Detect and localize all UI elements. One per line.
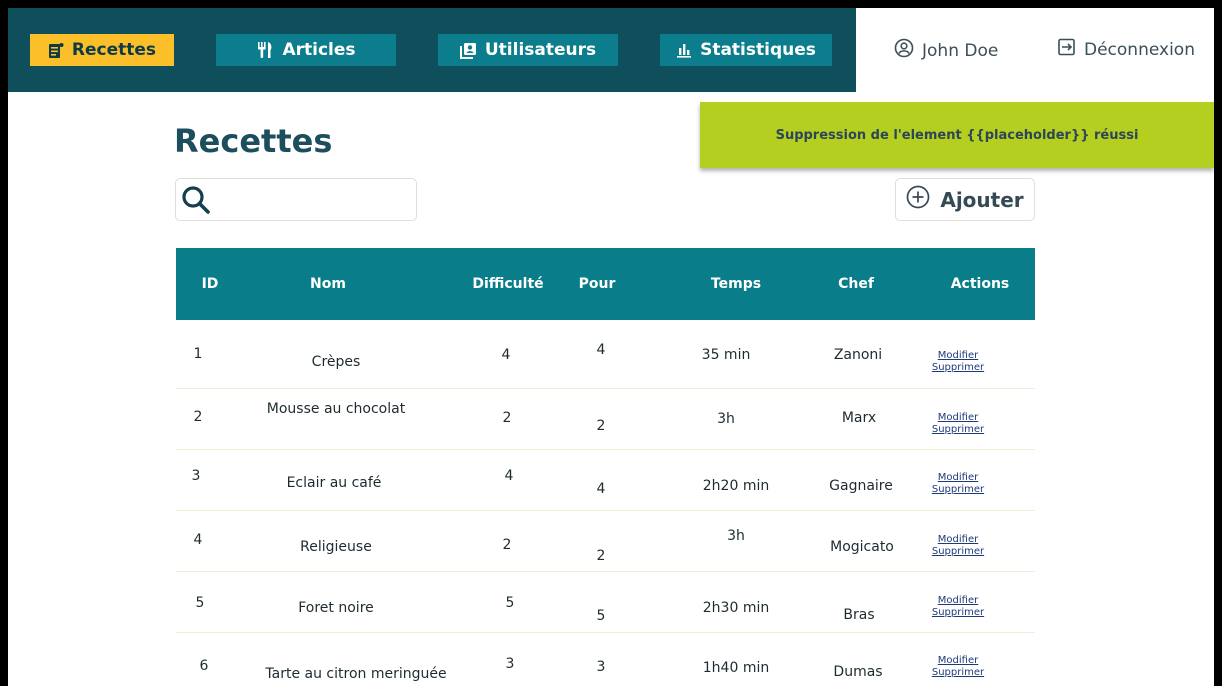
- cell-name: Religieuse: [300, 539, 372, 555]
- column-header-id[interactable]: ID: [202, 248, 219, 320]
- nav-utilisateurs-button[interactable]: Utilisateurs: [438, 34, 618, 66]
- cell-time: 3h: [727, 528, 745, 544]
- logout-button[interactable]: Déconnexion: [1058, 38, 1195, 61]
- table-row: 2 Mousse au chocolat 2 2 3h Marx Modifie…: [176, 389, 1035, 450]
- cell-servings: 5: [596, 608, 606, 624]
- cell-servings: 2: [596, 418, 606, 434]
- cell-time: 1h40 min: [702, 660, 770, 676]
- nav-utilisateurs-label: Utilisateurs: [484, 40, 597, 60]
- cell-name: Tarte au citron meringuée: [265, 666, 447, 682]
- cell-name: Mousse au chocolat: [266, 401, 406, 417]
- cell-chef: Mogicato: [830, 539, 894, 555]
- cell-difficulty: 4: [501, 347, 511, 363]
- row-actions: Modifier Supprimer: [932, 655, 984, 679]
- cell-difficulty: 3: [505, 656, 515, 672]
- row-actions: Modifier Supprimer: [932, 350, 984, 374]
- cell-id: 1: [193, 346, 203, 362]
- add-label: Ajouter: [940, 187, 1024, 212]
- delete-link[interactable]: Supprimer: [932, 546, 984, 558]
- cell-time: 2h20 min: [702, 478, 770, 494]
- cell-chef: Marx: [841, 410, 877, 426]
- nav-statistiques-label: Statistiques: [700, 40, 816, 60]
- edit-link[interactable]: Modifier: [938, 412, 978, 424]
- cell-name: Crèpes: [311, 354, 361, 370]
- row-actions: Modifier Supprimer: [932, 472, 984, 496]
- nav-articles-label: Articles: [282, 40, 356, 60]
- delete-link[interactable]: Supprimer: [932, 424, 984, 436]
- users-icon: [459, 42, 477, 59]
- cell-id: 3: [191, 468, 201, 484]
- table-row: 6 Tarte au citron meringuée 3 3 1h40 min…: [176, 633, 1035, 686]
- bar-chart-icon: [676, 42, 692, 58]
- cell-chef: Zanoni: [833, 347, 883, 363]
- toast-message: Suppression de l'element {{placeholder}}…: [775, 127, 1139, 143]
- fork-knife-icon: [256, 41, 274, 59]
- add-button[interactable]: Ajouter: [895, 178, 1035, 221]
- nav-recettes-label: Recettes: [71, 40, 157, 60]
- delete-link[interactable]: Supprimer: [932, 484, 984, 496]
- row-actions: Modifier Supprimer: [932, 412, 984, 436]
- table-row: 4 Religieuse 2 2 3h Mogicato Modifier Su…: [176, 511, 1035, 572]
- column-header-time[interactable]: Temps: [711, 248, 761, 320]
- nav-recettes-button[interactable]: Recettes: [30, 34, 174, 66]
- cell-difficulty: 5: [505, 595, 515, 611]
- cell-id: 2: [193, 409, 203, 425]
- cell-id: 6: [199, 658, 209, 674]
- row-actions: Modifier Supprimer: [932, 595, 984, 619]
- edit-link[interactable]: Modifier: [938, 350, 978, 362]
- logout-icon: [1058, 38, 1076, 61]
- nav-articles-button[interactable]: Articles: [216, 34, 396, 66]
- cell-id: 4: [193, 532, 203, 548]
- table-row: 1 Crèpes 4 4 35 min Zanoni Modifier Supp…: [176, 328, 1035, 389]
- cell-name: Foret noire: [298, 600, 374, 616]
- cell-chef: Bras: [843, 607, 875, 623]
- edit-link[interactable]: Modifier: [938, 655, 978, 667]
- delete-link[interactable]: Supprimer: [932, 362, 984, 374]
- success-toast: Suppression de l'element {{placeholder}}…: [700, 102, 1214, 168]
- cell-id: 5: [195, 595, 205, 611]
- column-header-difficulty[interactable]: Difficulté: [472, 248, 543, 320]
- cell-servings: 3: [596, 659, 606, 675]
- edit-link[interactable]: Modifier: [938, 534, 978, 546]
- cell-name: Eclair au café: [286, 475, 382, 491]
- cell-difficulty: 4: [504, 468, 514, 484]
- table-row: 3 Eclair au café 4 4 2h20 min Gagnaire M…: [176, 450, 1035, 511]
- nav-statistiques-button[interactable]: Statistiques: [660, 34, 832, 66]
- column-header-actions: Actions: [950, 276, 1010, 292]
- user-profile-link[interactable]: John Doe: [894, 38, 998, 63]
- app-window: Recettes Articles Utilisateurs Statistiq…: [8, 8, 1214, 686]
- delete-link[interactable]: Supprimer: [932, 667, 984, 679]
- column-header-chef[interactable]: Chef: [838, 248, 874, 320]
- cell-chef: Dumas: [833, 664, 883, 680]
- column-header-name[interactable]: Nom: [310, 248, 346, 320]
- column-header-servings[interactable]: Pour: [579, 248, 616, 320]
- cell-time: 3h: [717, 411, 735, 427]
- logout-label: Déconnexion: [1084, 39, 1195, 60]
- recipe-icon: [48, 42, 64, 59]
- row-actions: Modifier Supprimer: [932, 534, 984, 558]
- edit-link[interactable]: Modifier: [938, 595, 978, 607]
- plus-circle-icon: [906, 185, 930, 214]
- cell-difficulty: 2: [502, 537, 512, 553]
- edit-link[interactable]: Modifier: [938, 472, 978, 484]
- table-header: ID Nom Difficulté Pour Temps Chef Action…: [176, 248, 1035, 320]
- page-title: Recettes: [174, 122, 333, 160]
- cell-time: 2h30 min: [702, 600, 770, 616]
- cell-servings: 2: [596, 548, 606, 564]
- cell-time: 35 min: [701, 347, 751, 363]
- search-input[interactable]: [220, 185, 410, 215]
- search-box[interactable]: [175, 178, 417, 221]
- cell-servings: 4: [596, 481, 606, 497]
- cell-servings: 4: [596, 342, 606, 358]
- cell-chef: Gagnaire: [829, 478, 893, 494]
- user-circle-icon: [894, 38, 914, 63]
- table-row: 5 Foret noire 5 5 2h30 min Bras Modifier…: [176, 572, 1035, 633]
- top-nav-bar: Recettes Articles Utilisateurs Statistiq…: [8, 8, 856, 92]
- user-name: John Doe: [922, 40, 999, 61]
- delete-link[interactable]: Supprimer: [932, 607, 984, 619]
- cell-difficulty: 2: [502, 410, 512, 426]
